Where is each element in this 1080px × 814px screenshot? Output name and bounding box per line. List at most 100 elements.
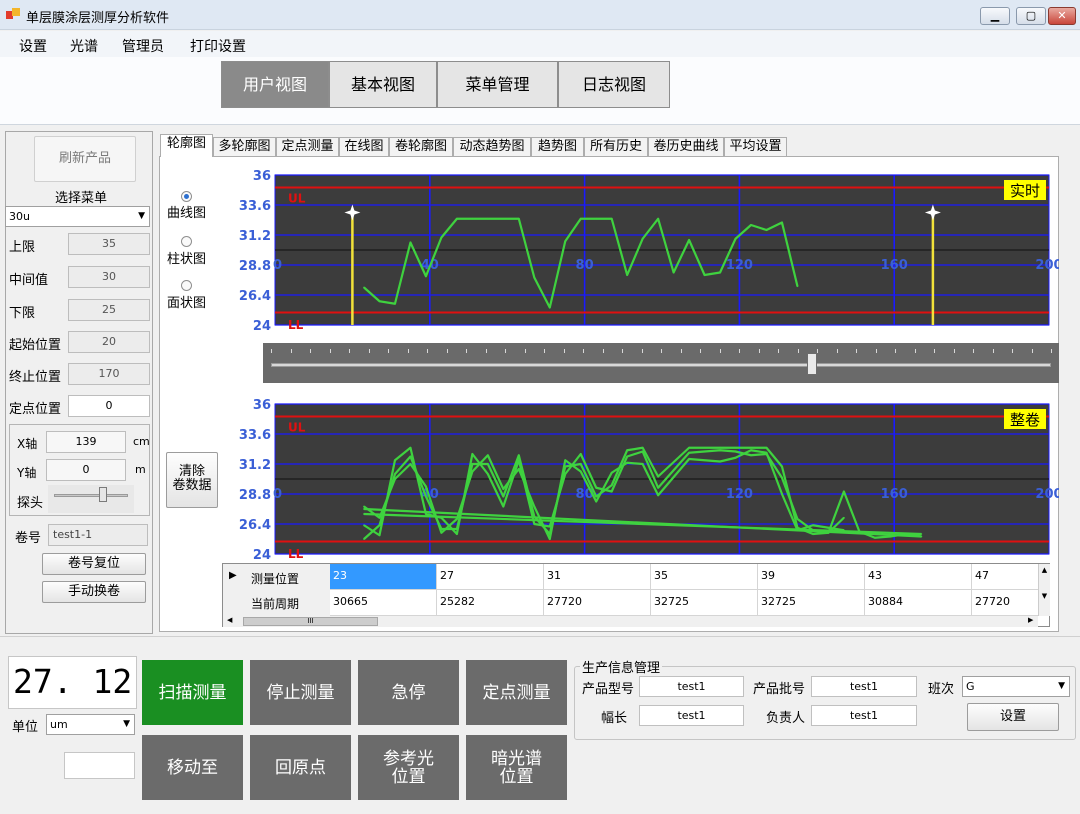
tab-average-settings[interactable]: 平均设置 — [724, 137, 787, 157]
product-model-field[interactable]: test1 — [639, 676, 744, 697]
radio-curve[interactable] — [181, 191, 192, 202]
scroll-down-icon[interactable]: ▼ — [1039, 592, 1050, 600]
y-tick-label: 36 — [253, 169, 271, 184]
grid-hscrollbar[interactable]: ◀ III ▶ — [223, 616, 1038, 627]
tab-roll-history[interactable]: 卷历史曲线 — [648, 137, 724, 157]
scroll-right-icon[interactable]: ▶ — [1028, 616, 1033, 624]
ll-label: LL — [288, 547, 304, 561]
grid-cell-period[interactable]: 25282 — [437, 590, 544, 616]
data-point — [363, 505, 365, 508]
probe-slider[interactable] — [48, 485, 134, 513]
scroll-left-icon[interactable]: ◀ — [227, 616, 232, 624]
data-point — [750, 446, 752, 449]
refresh-product-button[interactable]: 刷新产品 — [34, 136, 136, 182]
slider-tick — [368, 349, 370, 353]
data-point — [595, 495, 598, 498]
view-log[interactable]: 日志视图 — [558, 61, 670, 108]
move-to-input[interactable] — [64, 752, 135, 779]
grid-cell-position[interactable]: 35 — [651, 564, 758, 590]
grid-cell-position[interactable]: 43 — [865, 564, 972, 590]
fixed-point-measure-button[interactable]: 定点测量 — [466, 660, 567, 725]
manual-change-roll-button[interactable]: 手动换卷 — [42, 581, 146, 603]
view-basic[interactable]: 基本视图 — [329, 61, 437, 108]
tab-dynamic-trend[interactable]: 动态趋势图 — [453, 137, 531, 157]
data-point — [440, 531, 443, 534]
radio-bar[interactable] — [181, 236, 192, 247]
radio-area[interactable] — [181, 280, 192, 291]
data-point — [626, 449, 629, 452]
grid-cell-period[interactable]: 30884 — [865, 590, 972, 616]
owner-field[interactable]: test1 — [811, 705, 917, 726]
home-button[interactable]: 回原点 — [250, 735, 351, 800]
grid-cell-position[interactable]: 31 — [544, 564, 651, 590]
unit-select[interactable]: um ▼ — [46, 714, 135, 735]
slider-tick — [271, 349, 272, 353]
slider-tick — [953, 349, 955, 353]
owner-label: 负责人 — [766, 711, 806, 726]
tab-roll-profile[interactable]: 卷轮廓图 — [389, 137, 453, 157]
grid-cell-position[interactable]: 27 — [437, 564, 544, 590]
roll-reset-button[interactable]: 卷号复位 — [42, 553, 146, 575]
position-slider-thumb[interactable] — [807, 353, 817, 375]
emergency-stop-button[interactable]: 急停 — [358, 660, 459, 725]
width-field[interactable]: test1 — [639, 705, 744, 726]
slider-tick — [427, 349, 428, 353]
reference-light-button[interactable]: 参考光 位置 — [358, 735, 459, 800]
grid-cell-period[interactable]: 32725 — [651, 590, 758, 616]
menu-spectrum[interactable]: 光谱 — [70, 36, 98, 56]
tab-fixed-point[interactable]: 定点测量 — [276, 137, 339, 157]
grid-cell-position[interactable]: 23 — [330, 564, 437, 590]
dark-spectrum-button[interactable]: 暗光谱 位置 — [466, 735, 567, 800]
grid-cell-position[interactable]: 39 — [758, 564, 865, 590]
view-user[interactable]: 用户视图 — [221, 61, 329, 108]
shift-select[interactable]: G ▼ — [962, 676, 1070, 697]
product-select[interactable]: 30u ▼ — [5, 206, 150, 227]
width-label: 幅长 — [601, 711, 628, 726]
data-point — [533, 523, 536, 525]
data-point — [363, 513, 365, 515]
grid-cell-period[interactable]: 32725 — [758, 590, 865, 616]
tab-profile[interactable]: 轮廓图 — [160, 134, 213, 157]
grid-cell-period[interactable]: 27720 — [972, 590, 1038, 616]
maximize-button[interactable]: ▢ — [1016, 7, 1046, 25]
row-header-period: 当前周期 — [251, 597, 300, 611]
grid-cell-period[interactable]: 30665 — [330, 590, 437, 616]
scroll-up-icon[interactable]: ▲ — [1039, 566, 1050, 574]
tab-all-history[interactable]: 所有历史 — [584, 137, 648, 157]
data-point — [719, 449, 721, 452]
close-button[interactable]: ✕ — [1048, 7, 1076, 25]
position-slider[interactable] — [263, 343, 1059, 383]
move-to-button[interactable]: 移动至 — [142, 735, 243, 800]
tab-multi-profile[interactable]: 多轮廓图 — [213, 137, 276, 157]
slider-tick — [563, 349, 565, 353]
menu-print-settings[interactable]: 打印设置 — [190, 36, 246, 56]
stop-measure-button[interactable]: 停止测量 — [250, 660, 351, 725]
data-point — [502, 488, 505, 490]
fixed-position-field[interactable]: 0 — [68, 395, 150, 417]
hscroll-thumb[interactable]: III — [243, 617, 378, 626]
y-tick-label: 24 — [253, 548, 271, 563]
tab-trend[interactable]: 趋势图 — [531, 137, 584, 157]
data-point — [641, 237, 644, 240]
data-point — [425, 513, 427, 515]
grid-cell-position[interactable]: 47 — [972, 564, 1038, 590]
menu-admin[interactable]: 管理员 — [122, 36, 164, 56]
data-point — [657, 475, 660, 478]
minimize-button[interactable]: ▁ — [980, 7, 1010, 25]
production-settings-button[interactable]: 设置 — [967, 703, 1059, 731]
grid-vscrollbar[interactable]: ▲ ▼ — [1038, 564, 1050, 616]
tab-online[interactable]: 在线图 — [339, 137, 389, 157]
scan-measure-button[interactable]: 扫描测量 — [142, 660, 243, 725]
data-point — [363, 538, 365, 540]
data-point — [363, 286, 365, 289]
data-point — [579, 217, 582, 220]
batch-field[interactable]: test1 — [811, 676, 917, 697]
view-menu-management[interactable]: 菜单管理 — [437, 61, 558, 108]
data-point — [517, 217, 520, 220]
menu-settings[interactable]: 设置 — [19, 36, 47, 56]
x-axis-field: 139 — [46, 431, 126, 453]
probe-slider-thumb[interactable] — [99, 487, 107, 502]
grid-cell-period[interactable]: 27720 — [544, 590, 651, 616]
clear-roll-data-button[interactable]: 清除 卷数据 — [166, 452, 218, 508]
radio-bar-label: 柱状图 — [167, 252, 207, 267]
